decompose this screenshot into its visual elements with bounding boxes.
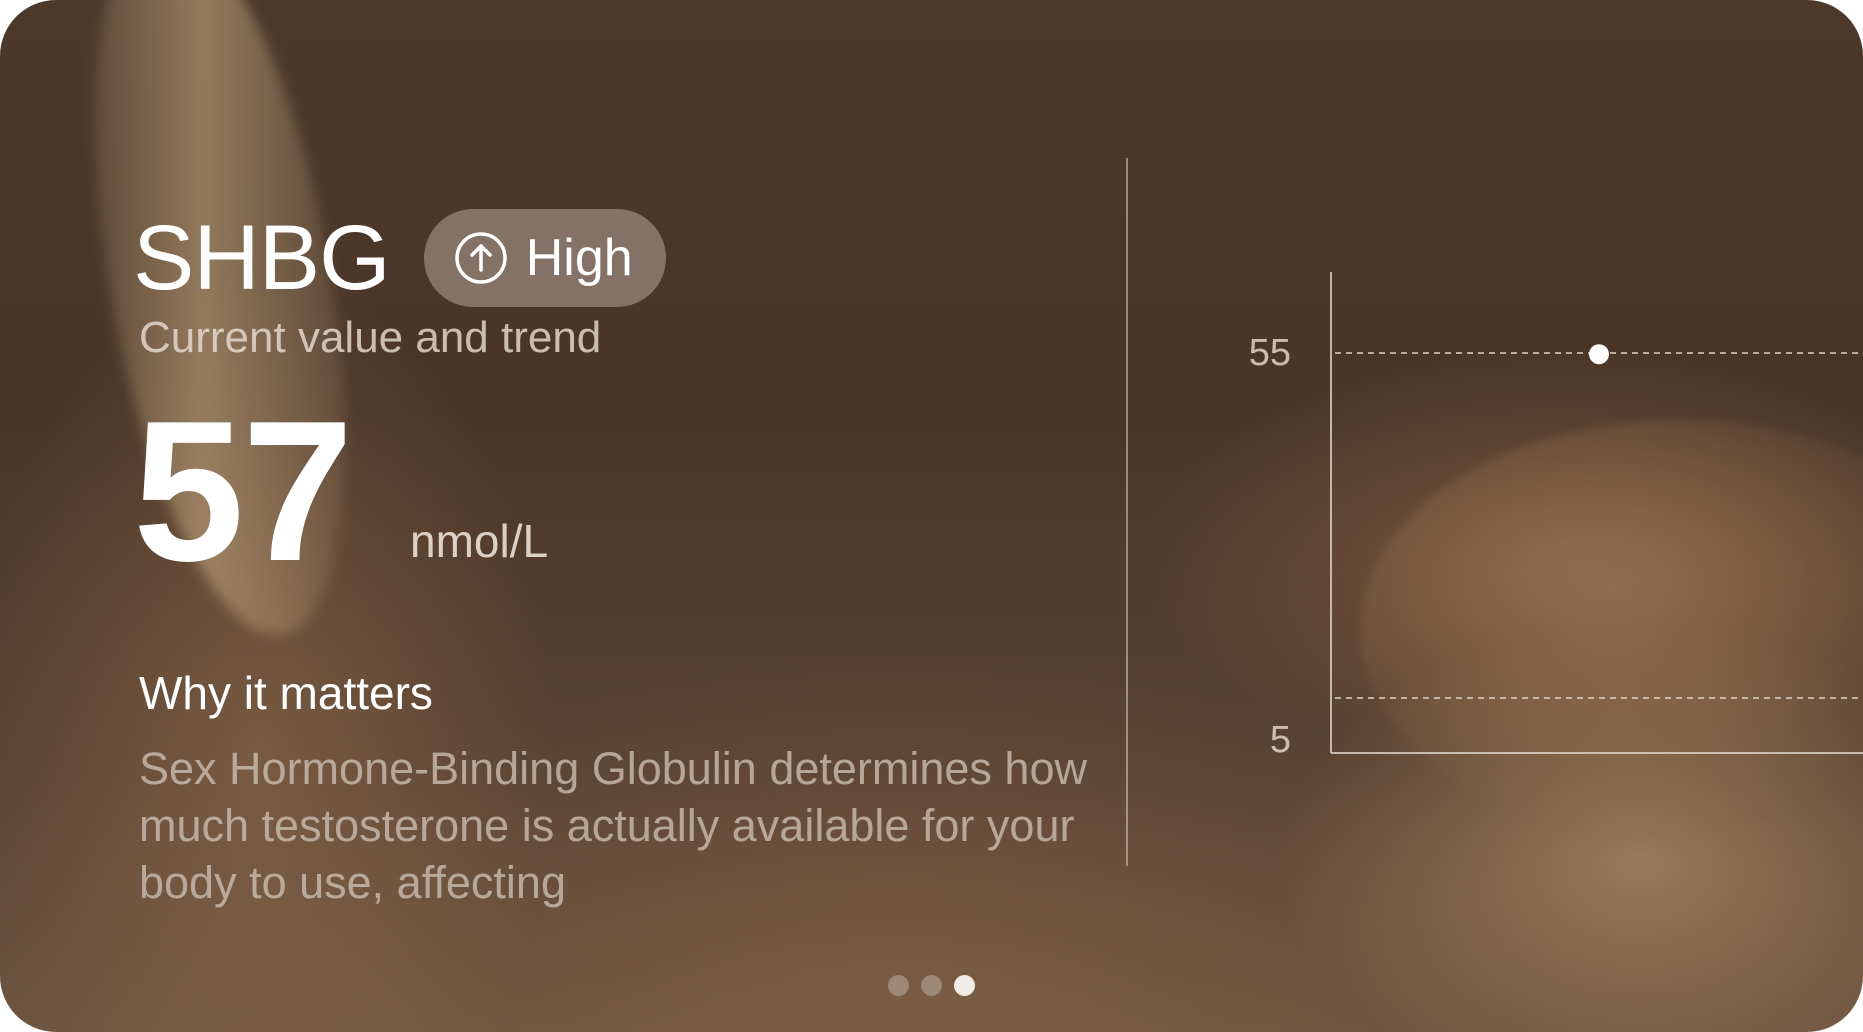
page-dot[interactable] <box>954 975 975 996</box>
title-row: SHBG High <box>133 208 666 308</box>
section-divider <box>1126 158 1128 866</box>
card-subtitle: Current value and trend <box>139 313 602 362</box>
why-it-matters-heading: Why it matters <box>139 667 433 719</box>
arrow-up-circle-icon <box>454 232 507 284</box>
trend-chart: 555 <box>1249 272 1863 761</box>
biomarker-title: SHBG <box>133 207 391 309</box>
biomarker-card: SHBG High Current value and trend 57 nmo… <box>0 0 1863 1032</box>
page-dot[interactable] <box>888 975 909 996</box>
y-tick-label: 55 <box>1249 332 1291 374</box>
pagination-dots <box>888 975 975 996</box>
status-label: High <box>525 229 633 287</box>
value-unit: nmol/L <box>410 515 549 567</box>
data-point <box>1589 344 1609 365</box>
y-tick-label: 5 <box>1270 719 1291 761</box>
why-it-matters-text: Sex Hormone-Binding Globulin determines … <box>139 743 1087 908</box>
status-badge: High <box>423 209 666 307</box>
current-value: 57 <box>133 380 353 603</box>
page-dot[interactable] <box>921 975 942 996</box>
